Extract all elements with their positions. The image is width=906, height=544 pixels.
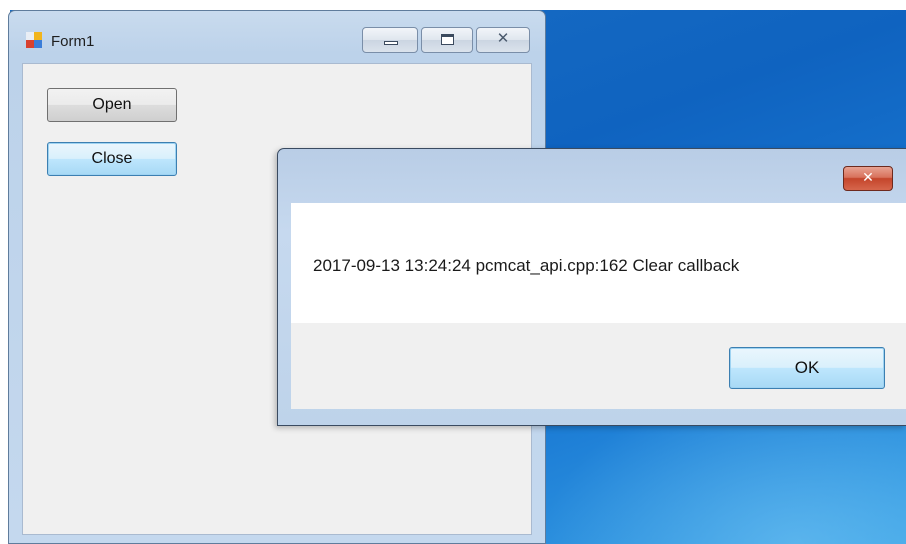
- screen-edge-top: [0, 0, 906, 10]
- close-button[interactable]: Close: [47, 142, 177, 176]
- message-text: 2017-09-13 13:24:24 pcmcat_api.cpp:162 C…: [313, 256, 740, 275]
- minimize-icon: [384, 41, 398, 45]
- message-body: 2017-09-13 13:24:24 pcmcat_api.cpp:162 C…: [291, 203, 906, 323]
- open-button[interactable]: Open: [47, 88, 177, 122]
- message-footer: OK: [291, 323, 906, 409]
- close-icon: ✕: [496, 29, 510, 47]
- maximize-icon: [441, 34, 454, 45]
- ok-button[interactable]: OK: [729, 347, 885, 389]
- message-box-dialog: ✕ 2017-09-13 13:24:24 pcmcat_api.cpp:162…: [277, 148, 906, 426]
- window-close-button[interactable]: ✕: [476, 27, 530, 53]
- window-title: Form1: [51, 33, 95, 50]
- dialog-close-button[interactable]: ✕: [843, 166, 893, 191]
- form-app-icon: [26, 32, 46, 50]
- close-icon: ✕: [862, 170, 874, 186]
- maximize-button[interactable]: [421, 27, 473, 53]
- minimize-button[interactable]: [362, 27, 418, 53]
